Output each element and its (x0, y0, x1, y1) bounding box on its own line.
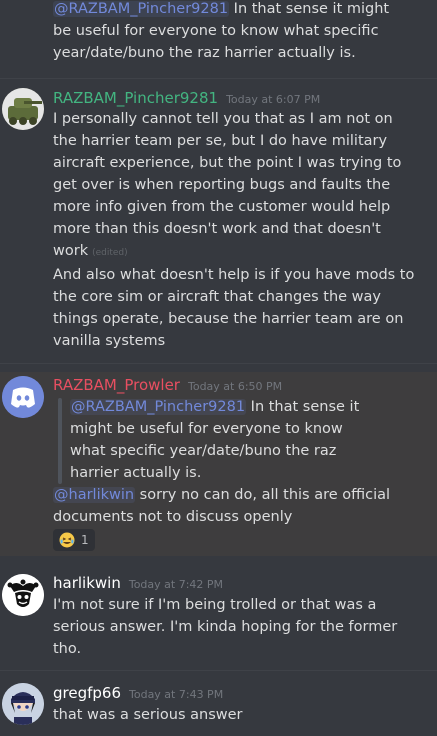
message-text: that was a serious answer (53, 707, 243, 723)
message-body: @harlikwin sorry no can do, all this are… (53, 484, 390, 528)
message-header: RAZBAM_Prowler Today at 6:50 PM (53, 374, 282, 398)
user-mention[interactable]: @RAZBAM_Pincher9281 (70, 399, 247, 415)
message-body: I'm not sure if I'm being trolled or tha… (53, 594, 397, 660)
username[interactable]: harlikwin (53, 574, 121, 592)
discord-logo-icon (2, 376, 44, 418)
message-text: aircraft experience, but the point I was… (53, 155, 402, 171)
timestamp: Today at 6:07 PM (226, 93, 321, 106)
message-text: serious answer. I'm kinda hoping for the… (53, 619, 398, 635)
quote-text: what specific year/date/buno the raz (70, 443, 337, 459)
message-text: documents not to discuss openly (53, 509, 293, 525)
quote-bar (58, 398, 62, 484)
message-header: gregfp66 Today at 7:43 PM (53, 682, 223, 706)
message-header: harlikwin Today at 7:42 PM (53, 572, 223, 596)
message-text: And also what doesn't help is if you hav… (53, 267, 415, 283)
username[interactable]: RAZBAM_Pincher9281 (53, 89, 218, 107)
jester-avatar-icon (2, 574, 44, 616)
message-text: I personally cannot tell you that as I a… (53, 111, 393, 127)
message-text: get over is when reporting bugs and faul… (53, 177, 391, 193)
tank-avatar-icon (2, 88, 44, 130)
message-text: work (53, 243, 89, 259)
quote-text: might be useful for everyone to know (70, 421, 343, 437)
timestamp: Today at 6:50 PM (187, 380, 283, 393)
message-text: be useful for everyone to know what spec… (53, 23, 379, 39)
timestamp: Today at 7:42 PM (128, 578, 224, 591)
username[interactable]: gregfp66 (53, 684, 121, 702)
quote-text: In that sense it (246, 399, 360, 415)
avatar-prowler[interactable] (2, 376, 44, 418)
edited-tag: (edited) (92, 248, 128, 258)
message-text: I'm not sure if I'm being trolled or tha… (53, 597, 377, 613)
message-text: sorry no can do, all this are official (135, 487, 391, 503)
reaction-button[interactable]: 1 (53, 529, 95, 551)
message-text: more info given from the customer would … (53, 199, 391, 215)
username[interactable]: RAZBAM_Prowler (53, 376, 180, 394)
message-divider (0, 78, 437, 79)
message-text: the harrier team per se, but I do have m… (53, 133, 388, 149)
message-text: the core sim or aircraft that changes th… (53, 289, 382, 305)
timestamp: Today at 7:43 PM (129, 688, 224, 701)
message-text: year/date/buno the raz harrier actually … (53, 45, 356, 61)
avatar-harlikwin[interactable] (2, 574, 44, 616)
message-text: tho. (53, 641, 82, 657)
user-mention[interactable]: @harlikwin (53, 487, 136, 503)
quote-text: harrier actually is. (70, 465, 202, 481)
message-divider (0, 363, 437, 364)
message-body: that was a serious answer (53, 704, 243, 726)
avatar-pincher[interactable] (2, 88, 44, 130)
user-mention[interactable]: @RAZBAM_Pincher9281 (53, 1, 230, 17)
anime-character-avatar-icon (2, 683, 44, 725)
reaction-count: 1 (81, 533, 89, 547)
message-text: In that sense it might (229, 1, 390, 17)
message-body: I personally cannot tell you that as I a… (53, 108, 401, 264)
message-text: things operate, because the harrier team… (53, 311, 404, 327)
message-text: more than this doesn't work and that doe… (53, 221, 381, 237)
avatar-gregfp66[interactable] (2, 683, 44, 725)
message-divider (0, 670, 437, 671)
laughing-emoji-icon (59, 532, 75, 548)
quote-block: @RAZBAM_Pincher9281 In that sense it mig… (70, 396, 359, 484)
message-body: And also what doesn't help is if you hav… (53, 264, 414, 352)
message-text: vanilla systems (53, 333, 166, 349)
